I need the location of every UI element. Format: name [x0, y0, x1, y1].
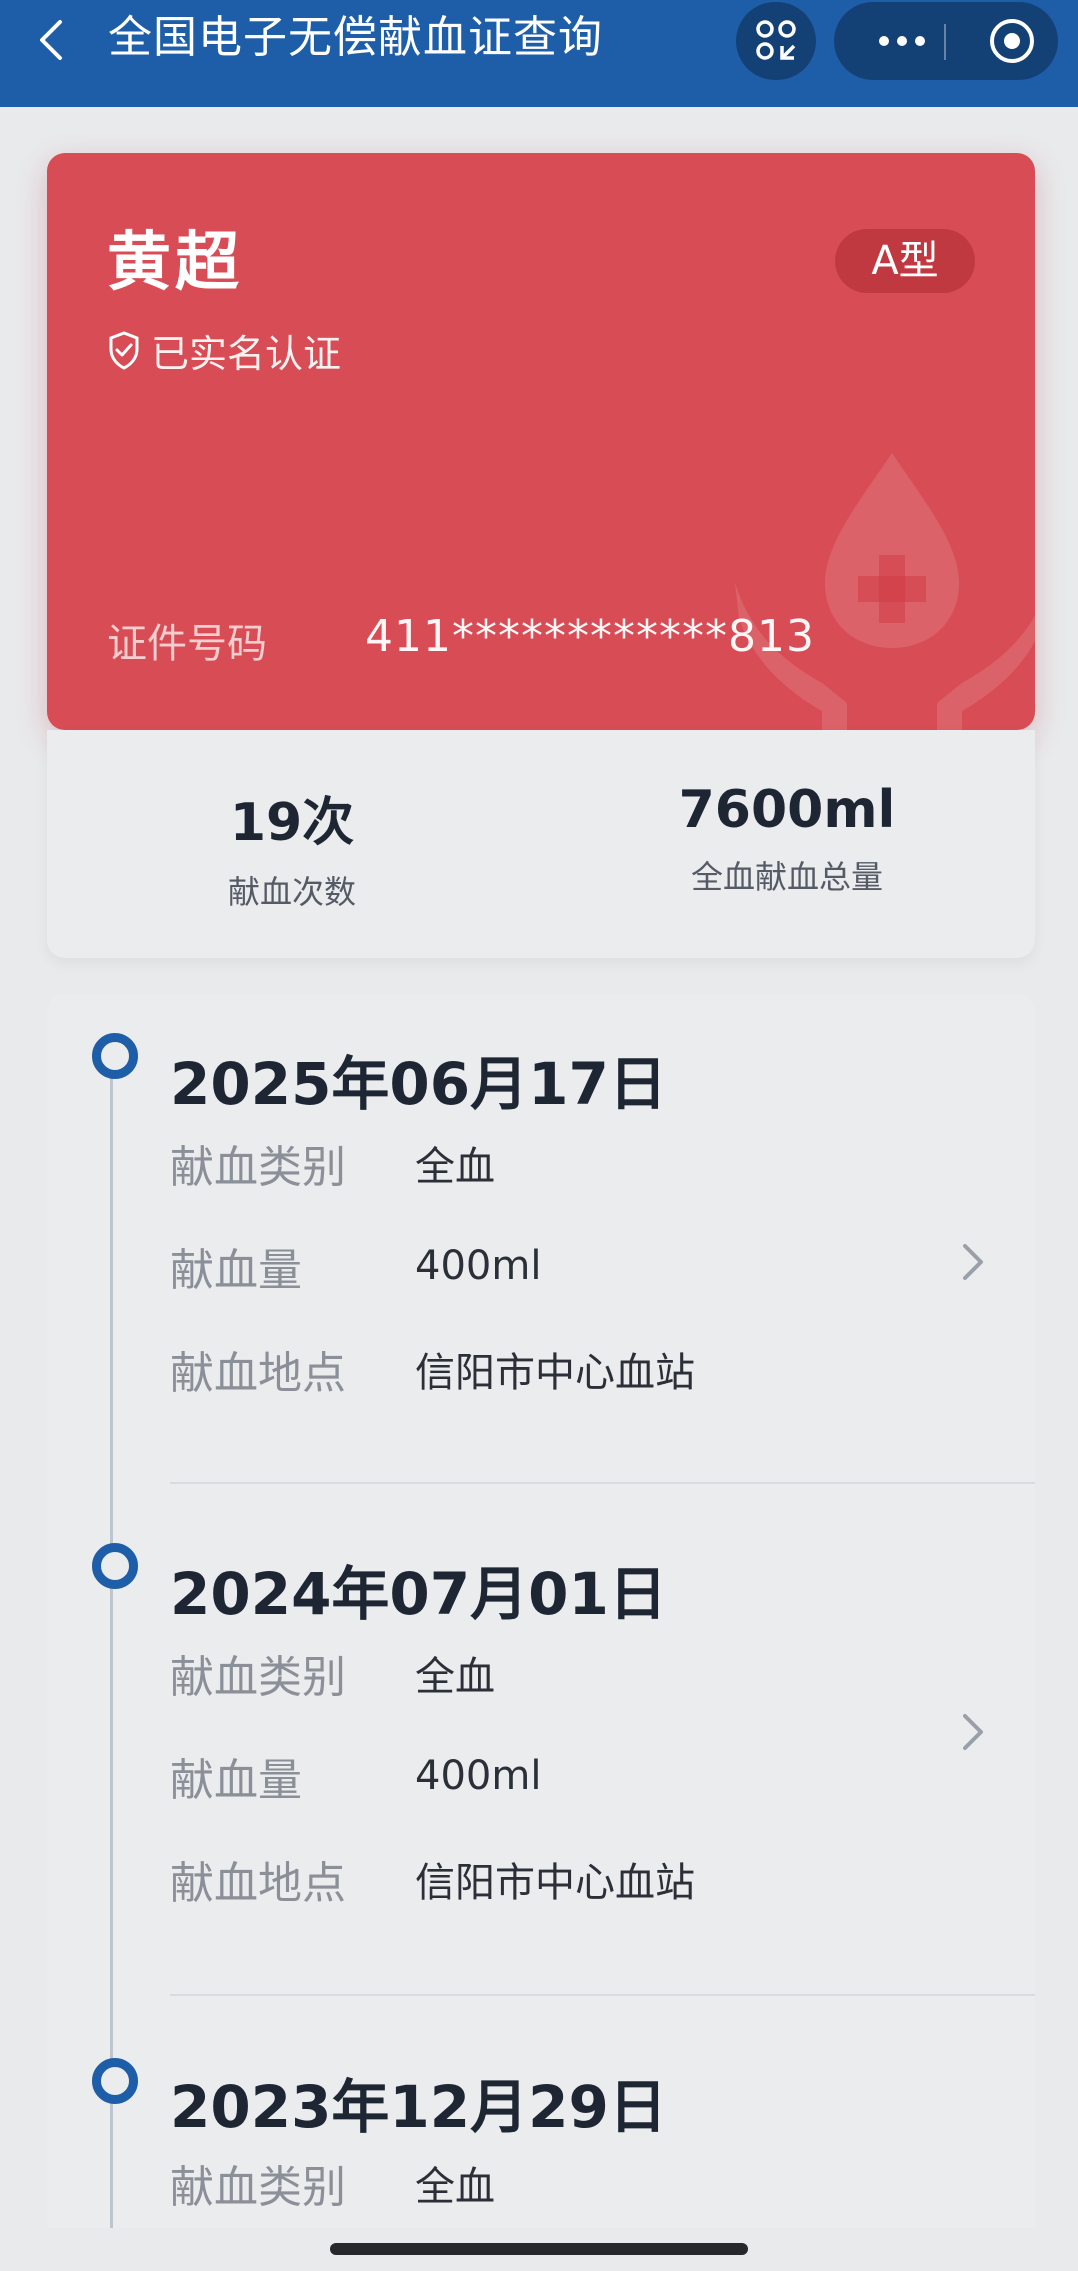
row-label: 献血地点 — [170, 1348, 346, 1399]
row-label: 献血类别 — [170, 2162, 346, 2213]
detail-row: 献血量 400ml — [170, 1748, 542, 1806]
donation-count-label: 献血次数 — [227, 873, 356, 911]
verified-status: 已实名认证 — [107, 325, 342, 376]
row-label: 献血量 — [170, 1755, 302, 1806]
detail-row: 献血类别 全血 — [170, 1135, 495, 1193]
timeline-entry[interactable]: 2023年12月29日 献血类别 全血 — [47, 2018, 1035, 2228]
detail-row: 献血类别 全血 — [170, 1645, 495, 1703]
more-dots-icon[interactable] — [864, 2, 954, 80]
donation-date: 2024年07月01日 — [170, 1560, 667, 1628]
id-label: 证件号码 — [107, 621, 267, 667]
entry-divider — [170, 1994, 1035, 1996]
target-circle-icon[interactable] — [968, 2, 1048, 80]
top-nav-bar: 全国电子无偿献血证查询 — [0, 0, 1078, 107]
row-value: 400ml — [415, 1243, 542, 1289]
donation-date: 2023年12月29日 — [170, 2073, 667, 2141]
detail-row: 献血地点 信阳市中心血站 — [170, 1341, 695, 1399]
row-value: 400ml — [415, 1753, 542, 1799]
row-label: 献血地点 — [170, 1858, 346, 1909]
blood-drop-hands-icon — [735, 453, 1035, 730]
shield-check-icon — [109, 331, 139, 370]
home-indicator[interactable] — [330, 2243, 748, 2255]
chevron-left-icon[interactable] — [30, 18, 74, 62]
chevron-right-icon[interactable] — [957, 1708, 987, 1756]
entry-divider — [170, 1482, 1035, 1484]
detail-row: 献血类别 全血 — [170, 2155, 495, 2213]
donor-card: 黄超 已实名认证 A型 证件号码 411************813 — [47, 153, 1035, 730]
detail-row: 献血量 400ml — [170, 1238, 542, 1296]
row-label: 献血类别 — [170, 1142, 346, 1193]
scan-icon — [756, 20, 796, 60]
stat-total-volume: 7600ml 全血献血总量 — [587, 780, 987, 898]
row-value: 信阳市中心血站 — [415, 1350, 695, 1396]
donation-count-value: 19次 — [229, 793, 355, 853]
donation-date: 2025年06月17日 — [170, 1050, 667, 1118]
total-volume-label: 全血献血总量 — [690, 858, 883, 896]
row-value: 全血 — [415, 1654, 495, 1700]
stats-summary: 19次 献血次数 7600ml 全血献血总量 — [47, 730, 1035, 958]
verified-label: 已实名认证 — [151, 331, 342, 376]
mini-program-capsule — [834, 2, 1058, 80]
total-volume-value: 7600ml — [678, 780, 896, 840]
row-value: 全血 — [415, 1144, 495, 1190]
row-label: 献血量 — [170, 1245, 302, 1296]
donation-timeline: 2025年06月17日 献血类别 全血 献血量 400ml 献血地点 信阳市中心… — [47, 993, 1035, 2228]
chevron-right-icon[interactable] — [957, 1238, 987, 1286]
page-title: 全国电子无偿献血证查询 — [108, 12, 603, 63]
timeline-dot — [92, 1033, 138, 1079]
donor-name: 黄超 — [107, 226, 243, 300]
row-label: 献血类别 — [170, 1652, 346, 1703]
scan-button[interactable] — [736, 2, 816, 80]
stat-donation-count: 19次 献血次数 — [92, 780, 492, 913]
timeline-entry[interactable]: 2024年07月01日 献血类别 全血 献血量 400ml 献血地点 信阳市中心… — [47, 1503, 1035, 2023]
detail-row: 献血地点 信阳市中心血站 — [170, 1851, 695, 1909]
capsule-divider — [944, 24, 946, 60]
timeline-dot — [92, 2058, 138, 2104]
row-value: 信阳市中心血站 — [415, 1860, 695, 1906]
row-value: 全血 — [415, 2164, 495, 2210]
blood-type-badge: A型 — [835, 229, 975, 293]
timeline-entry[interactable]: 2025年06月17日 献血类别 全血 献血量 400ml 献血地点 信阳市中心… — [47, 993, 1035, 1513]
timeline-dot — [92, 1543, 138, 1589]
